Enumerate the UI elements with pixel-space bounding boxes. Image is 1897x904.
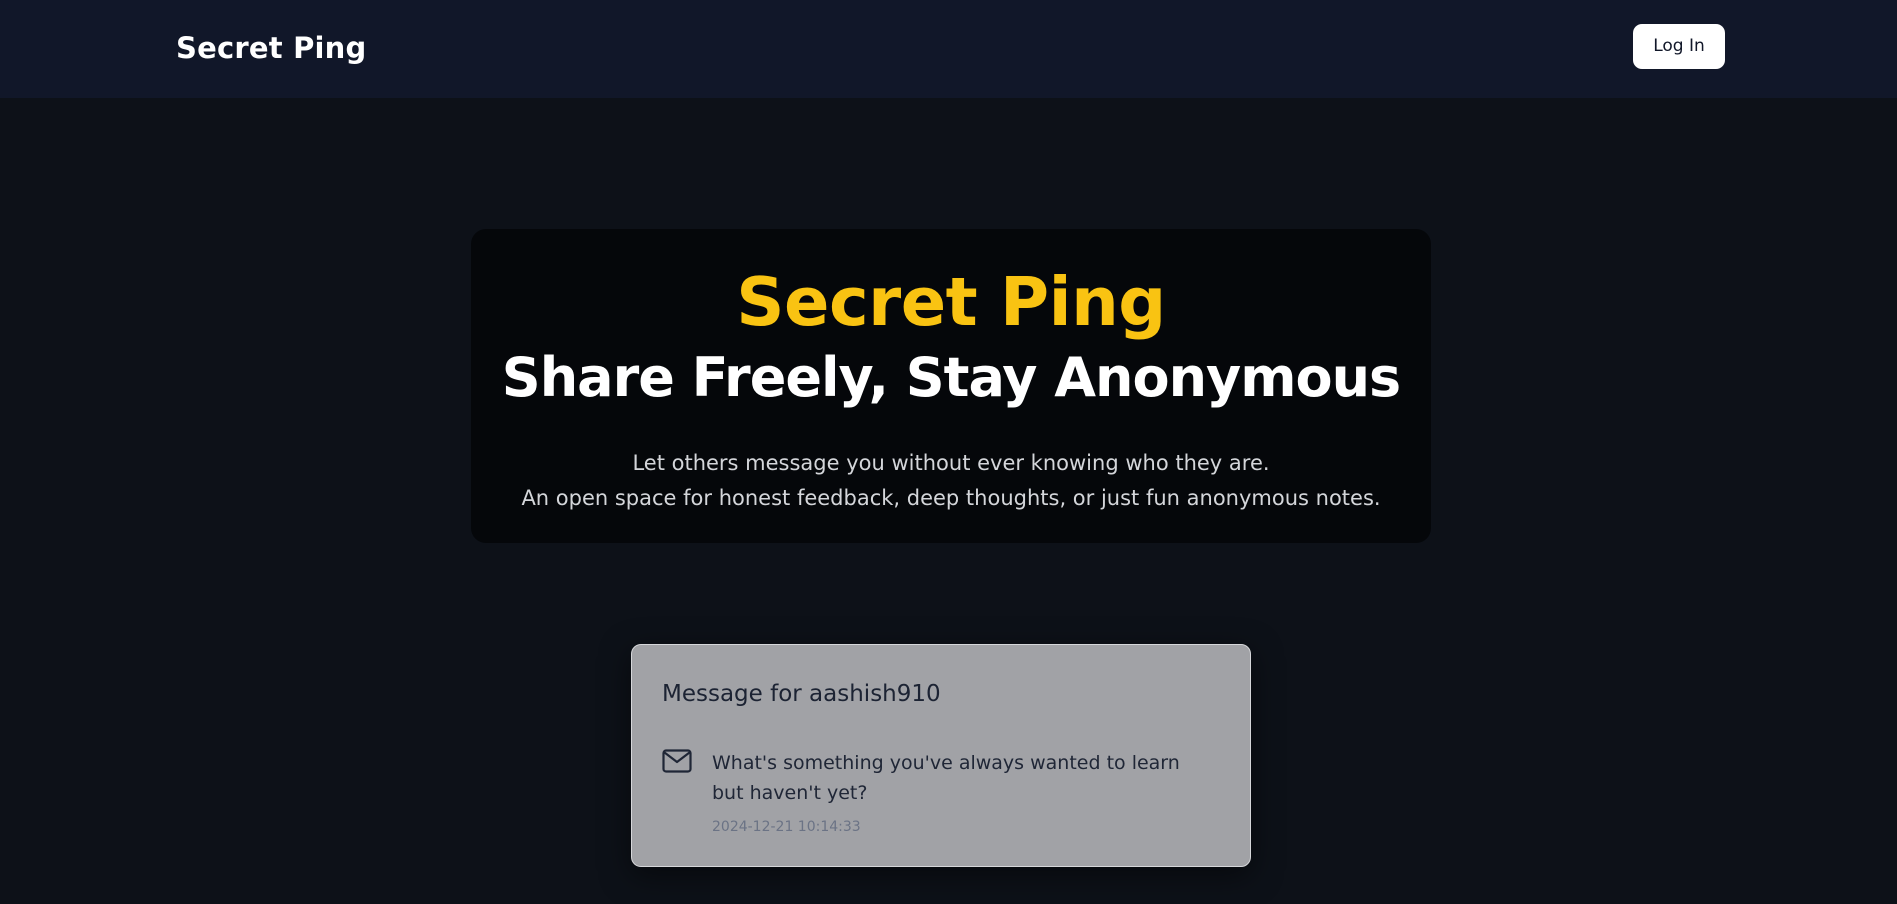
mail-icon <box>662 749 692 773</box>
brand-logo-text[interactable]: Secret Ping <box>176 30 366 66</box>
login-button[interactable]: Log In <box>1633 24 1725 69</box>
hero-title: Secret Ping <box>736 263 1166 341</box>
message-card-title: Message for aashish910 <box>662 681 941 707</box>
hero-description-line: Let others message you without ever know… <box>632 451 1270 475</box>
hero-description-line: An open space for honest feedback, deep … <box>521 486 1381 510</box>
message-timestamp: 2024-12-21 10:14:33 <box>712 819 861 835</box>
hero-subtitle: Share Freely, Stay Anonymous <box>501 346 1401 409</box>
hero-description: Let others message you without ever know… <box>471 446 1431 516</box>
message-card[interactable]: Message for aashish910 What's something … <box>631 644 1251 867</box>
navbar: Secret Ping Log In <box>0 0 1897 98</box>
message-text: What's something you've always wanted to… <box>712 752 1180 804</box>
hero-panel: Secret Ping Share Freely, Stay Anonymous… <box>471 229 1431 543</box>
